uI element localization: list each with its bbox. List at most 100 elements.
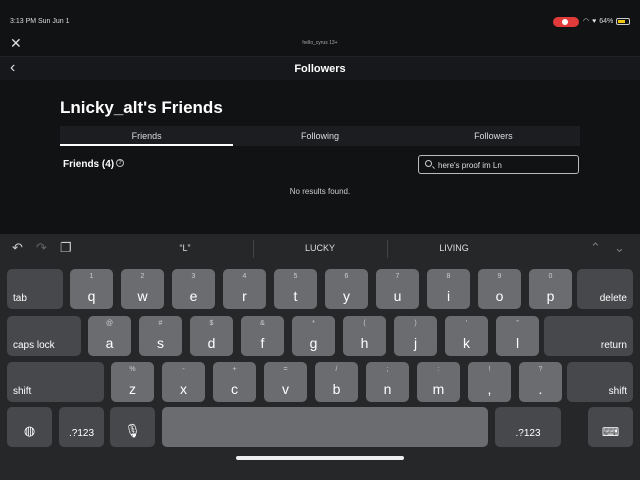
nav-bar: ‹ Followers <box>0 56 640 80</box>
key-label: w <box>137 288 148 304</box>
key-alt-label: 0 <box>548 273 553 280</box>
suggestion-2[interactable]: LUCKY <box>265 243 375 253</box>
letter-key[interactable]: 3e <box>172 269 215 309</box>
paste-icon[interactable]: ❐ <box>60 240 72 256</box>
hide-keyboard-key[interactable]: ⌨ <box>588 407 633 447</box>
tab-key[interactable]: tab <box>7 269 63 309</box>
letter-key[interactable]: -x <box>162 362 205 402</box>
letter-key[interactable]: * g <box>292 316 335 356</box>
username-label: hello_cyrus 13+ <box>302 40 338 46</box>
letter-key[interactable]: ; n <box>366 362 409 402</box>
undo-icon[interactable]: ↶ <box>12 240 23 256</box>
letter-key[interactable]: @ a <box>88 316 131 356</box>
letter-key[interactable]: 1q <box>70 269 113 309</box>
status-time: 3:13 PM <box>10 18 37 25</box>
key-label: i <box>446 288 451 304</box>
letter-key[interactable]: % z <box>111 362 154 402</box>
key-alt-label: ’ <box>465 320 468 327</box>
key-alt-label: ” <box>516 320 519 327</box>
caps-lock-key[interactable]: caps lock <box>7 316 81 356</box>
letter-key[interactable]: 0p <box>529 269 572 309</box>
letter-key[interactable]: !, <box>468 362 511 402</box>
shift-left-key[interactable]: shift <box>7 362 104 402</box>
key-label: , <box>487 381 492 397</box>
tab-following[interactable]: Following <box>233 126 406 146</box>
letter-key[interactable]: 9o <box>478 269 521 309</box>
letter-key[interactable]: 4r <box>223 269 266 309</box>
key-label: x <box>180 381 187 397</box>
redo-icon[interactable]: ↷ <box>36 240 47 256</box>
key-label: l <box>515 335 520 351</box>
chevron-down-icon[interactable]: ⌄ <box>614 240 625 256</box>
keyboard-icon: ⌨ <box>601 425 620 439</box>
numbers-key-left[interactable]: .?123 <box>59 407 104 447</box>
letter-key[interactable]: / b <box>315 362 358 402</box>
key-label: s <box>157 335 164 351</box>
letter-key[interactable]: 5t <box>274 269 317 309</box>
key-label: a <box>105 335 114 351</box>
letter-key[interactable]: $ d <box>190 316 233 356</box>
key-label: g <box>309 335 318 351</box>
globe-key[interactable]: ◍ <box>7 407 52 447</box>
letter-key[interactable]: (h <box>343 316 386 356</box>
key-label: k <box>463 335 470 351</box>
globe-icon: ◍ <box>23 423 36 438</box>
letter-key[interactable]: & f <box>241 316 284 356</box>
numbers-key-right[interactable]: .?123 <box>495 407 561 447</box>
chevron-up-icon[interactable]: ⌃ <box>590 240 601 256</box>
main-content: Lnicky_alt's Friends Friends Following F… <box>0 80 640 234</box>
key-alt-label: * <box>312 320 315 327</box>
key-label: c <box>231 381 238 397</box>
search-box[interactable] <box>418 155 579 174</box>
key-alt-label: 2 <box>140 273 145 280</box>
heart-icon: ♥ <box>592 17 597 25</box>
suggestion-divider <box>387 240 388 258</box>
tab-followers[interactable]: Followers <box>407 126 580 146</box>
letter-key[interactable]: :m <box>417 362 460 402</box>
key-alt-label: 6 <box>344 273 349 280</box>
key-alt-label: & <box>260 320 265 327</box>
key-label: o <box>495 288 504 304</box>
app-header: ✕ hello_cyrus 13+ <box>0 30 640 56</box>
letter-key[interactable]: ’ k <box>445 316 488 356</box>
tab-friends[interactable]: Friends <box>60 126 234 146</box>
key-alt-label: = <box>283 366 288 373</box>
key-alt-label: @ <box>105 320 114 327</box>
key-label: j <box>413 335 418 351</box>
key-alt-label: 7 <box>395 273 400 280</box>
letter-key[interactable]: ” l <box>496 316 539 356</box>
letter-key[interactable]: + c <box>213 362 256 402</box>
key-alt-label: ( <box>363 320 366 327</box>
key-alt-label: ; <box>386 366 389 373</box>
return-key[interactable]: return <box>544 316 633 356</box>
key-label: . <box>538 381 543 397</box>
key-label: m <box>432 381 445 397</box>
suggestion-3[interactable]: LIVING <box>399 243 509 253</box>
keyboard: ↶ ↷ ❐ “L” LUCKY LIVING ⌃ ⌄ tab 1q2w3e4r5… <box>0 234 640 480</box>
friends-count: Friends (4)? <box>63 159 125 170</box>
tab-bar: Friends Following Followers <box>60 126 580 146</box>
letter-key[interactable]: ?. <box>519 362 562 402</box>
battery-percent: 64% <box>599 17 614 25</box>
key-alt-label: ) <box>414 320 417 327</box>
letter-key[interactable]: 6y <box>325 269 368 309</box>
key-alt-label: # <box>158 320 163 327</box>
delete-key[interactable]: delete <box>577 269 633 309</box>
friends-count-label: Friends (4) <box>63 159 115 170</box>
letter-key[interactable]: = v <box>264 362 307 402</box>
letter-key[interactable]: ) j <box>394 316 437 356</box>
help-icon[interactable]: ? <box>116 159 125 167</box>
dictation-key[interactable]: 🎙 <box>110 407 155 447</box>
letter-key[interactable]: 7u <box>376 269 419 309</box>
letter-key[interactable]: 2w <box>121 269 164 309</box>
letter-key[interactable]: # s <box>139 316 182 356</box>
key-alt-label: % <box>129 366 136 373</box>
search-input[interactable] <box>438 159 574 171</box>
nav-title: Followers <box>294 63 346 75</box>
suggestion-1[interactable]: “L” <box>130 243 240 253</box>
key-label: b <box>332 381 341 397</box>
shift-right-key[interactable]: shift <box>567 362 633 402</box>
letter-key[interactable]: 8i <box>427 269 470 309</box>
key-alt-label: $ <box>209 320 214 327</box>
space-key[interactable] <box>162 407 488 447</box>
